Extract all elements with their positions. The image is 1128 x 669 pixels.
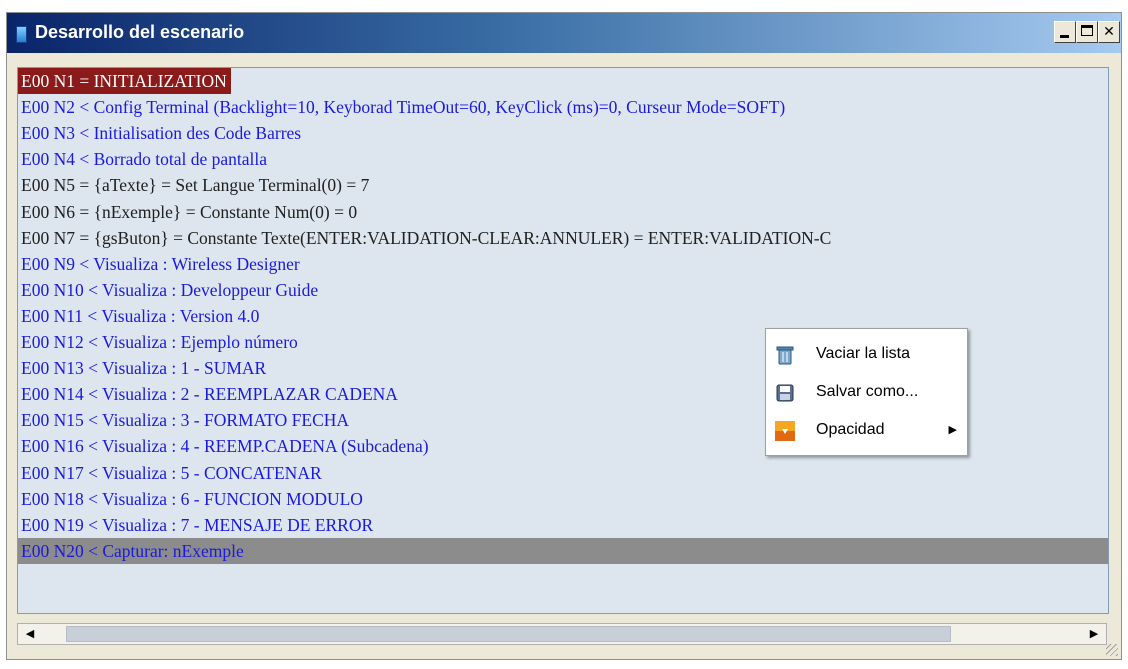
scrollbar-thumb[interactable] [66,626,951,642]
close-button[interactable]: ✕ [1098,21,1120,43]
log-line[interactable]: E00 N14 < Visualiza : 2 - REEMPLAZAR CAD… [18,381,398,407]
menu-item-opacity[interactable]: Opacidad ▶ [766,413,967,449]
log-line[interactable]: E00 N1 = INITIALIZATION [18,68,231,94]
log-line[interactable]: E00 N10 < Visualiza : Developpeur Guide [18,277,318,303]
log-line[interactable]: E00 N7 = {gsButon} = Constante Texte(ENT… [18,225,831,251]
floppy-disk-icon [776,384,794,402]
title-bar[interactable]: Desarrollo del escenario ✕ [7,13,1121,53]
menu-label-clear-list: Vaciar la lista [816,345,910,362]
horizontal-scrollbar[interactable]: ◀ ▶ [17,623,1107,645]
scroll-right-icon[interactable]: ▶ [1086,626,1102,642]
menu-label-save-as: Salvar como... [816,383,919,400]
opacity-icon [775,421,795,441]
log-line[interactable]: E00 N15 < Visualiza : 3 - FORMATO FECHA [18,407,349,433]
log-line[interactable]: E00 N2 < Config Terminal (Backlight=10, … [18,94,785,120]
app-icon [16,26,27,43]
maximize-icon [1081,25,1093,36]
log-line[interactable]: E00 N16 < Visualiza : 4 - REEMP.CADENA (… [18,433,429,459]
log-line[interactable]: E00 N12 < Visualiza : Ejemplo número [18,329,298,355]
minimize-button[interactable] [1054,21,1076,43]
window-title: Desarrollo del escenario [35,22,245,42]
log-line[interactable]: E00 N3 < Initialisation des Code Barres [18,120,301,146]
close-icon: ✕ [1103,24,1115,40]
menu-item-clear-list[interactable]: Vaciar la lista [766,337,967,373]
log-line[interactable]: E00 N17 < Visualiza : 5 - CONCATENAR [18,460,322,486]
minimize-icon [1060,35,1069,38]
context-menu: Vaciar la lista Salvar como... Opacidad … [765,328,968,456]
log-line[interactable]: E00 N13 < Visualiza : 1 - SUMAR [18,355,266,381]
log-line[interactable]: E00 N19 < Visualiza : 7 - MENSAJE DE ERR… [18,512,373,538]
log-line[interactable]: E00 N6 = {nExemple} = Constante Num(0) =… [18,199,357,225]
log-line[interactable]: E00 N5 = {aTexte} = Set Langue Terminal(… [18,172,369,198]
resize-grip-icon[interactable] [1106,644,1118,656]
scroll-left-icon[interactable]: ◀ [22,626,38,642]
submenu-arrow-icon: ▶ [948,423,957,436]
maximize-button[interactable] [1076,21,1098,43]
log-line[interactable]: E00 N11 < Visualiza : Version 4.0 [18,303,259,329]
trash-icon [776,346,794,365]
menu-item-save-as[interactable]: Salvar como... [766,375,967,411]
log-line[interactable]: E00 N20 < Capturar: nExemple [18,537,1108,564]
log-line[interactable]: E00 N9 < Visualiza : Wireless Designer [18,251,300,277]
menu-label-opacity: Opacidad [816,421,885,438]
log-line[interactable]: E00 N18 < Visualiza : 6 - FUNCION MODULO [18,486,363,512]
log-line[interactable]: E00 N4 < Borrado total de pantalla [18,146,267,172]
